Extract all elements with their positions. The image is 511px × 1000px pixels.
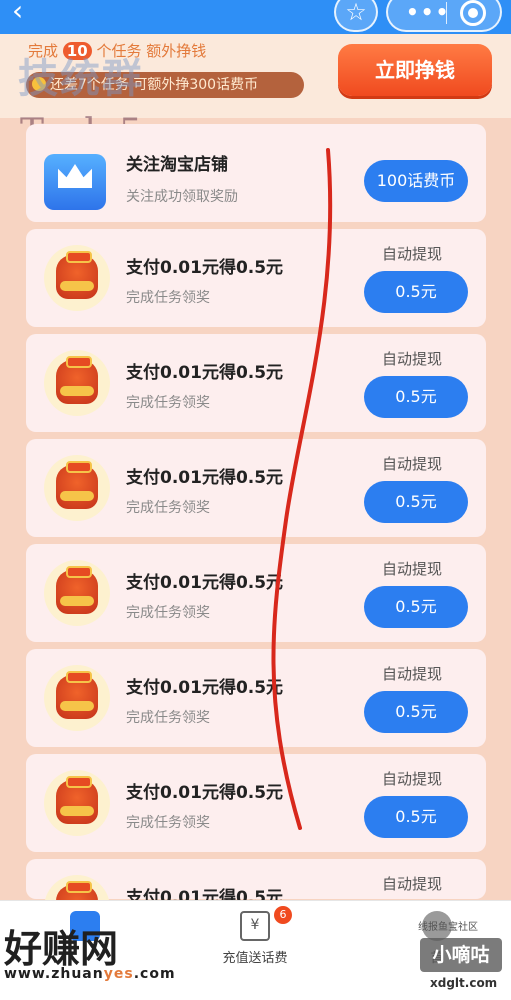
task-title: 支付0.01元得0.5元	[126, 468, 284, 488]
list-item: 支付0.01元得0.5元 完成任务领奖 自动提现 0.5元	[26, 544, 486, 642]
task-title: 支付0.01元得0.5元	[126, 678, 284, 698]
red-packet-icon	[44, 665, 110, 731]
task-subtitle: 完成任务领奖	[126, 605, 210, 621]
watermark-right-top: 线报鱼宝社区	[418, 922, 478, 933]
list-item: 支付0.01元得0.5元 自动提现	[26, 859, 486, 941]
task-reward-button[interactable]: 0.5元	[364, 481, 468, 523]
top-nav-bar: ‹ ☆ •••	[0, 0, 511, 34]
red-packet-icon	[44, 455, 110, 521]
auto-withdraw-label: 自动提现	[382, 875, 443, 893]
phone-yuan-icon	[240, 911, 270, 941]
auto-withdraw-label: 自动提现	[382, 770, 443, 788]
task-subtitle: 完成任务领奖	[126, 815, 210, 831]
task-reward-button[interactable]: 0.5元	[364, 586, 468, 628]
task-reward-button[interactable]: 0.5元	[364, 796, 468, 838]
task-subtitle: 关注成功领取奖励	[126, 189, 238, 205]
task-reward-button[interactable]: 0.5元	[364, 376, 468, 418]
earn-now-button[interactable]: 立即挣钱	[338, 44, 492, 96]
task-title: 支付0.01元得0.5元	[126, 573, 284, 593]
task-subtitle: 完成任务领奖	[126, 290, 210, 306]
task-subtitle: 完成任务领奖	[126, 395, 210, 411]
list-item: 支付0.01元得0.5元 完成任务领奖 自动提现 0.5元	[26, 439, 486, 537]
list-item: 支付0.01元得0.5元 完成任务领奖 自动提现 0.5元	[26, 649, 486, 747]
watermark-right-name: 小嘀咕	[420, 938, 502, 972]
capsule-menu: •••	[386, 0, 502, 32]
more-dots-icon[interactable]: •••	[406, 2, 450, 22]
auto-withdraw-label: 自动提现	[382, 245, 443, 263]
list-item: 关注淘宝店铺 关注成功领取奖励 100话费币	[26, 124, 486, 222]
recharge-badge: 6	[274, 906, 292, 924]
list-item: 支付0.01元得0.5元 完成任务领奖 自动提现 0.5元	[26, 334, 486, 432]
chevron-left-icon[interactable]: ‹	[12, 0, 38, 26]
watermark-brand-url: www.zhuanyes.com	[4, 966, 176, 982]
task-reward-button[interactable]: 100话费币	[364, 160, 468, 202]
task-title: 支付0.01元得0.5元	[126, 363, 284, 383]
task-title: 支付0.01元得0.5元	[126, 783, 284, 803]
auto-withdraw-label: 自动提现	[382, 455, 443, 473]
star-icon[interactable]: ☆	[334, 0, 378, 32]
watermark-brand: 好赚网	[4, 927, 119, 971]
red-packet-icon	[44, 560, 110, 626]
red-packet-icon	[44, 350, 110, 416]
task-subtitle: 完成任务领奖	[126, 710, 210, 726]
list-item: 支付0.01元得0.5元 完成任务领奖 自动提现 0.5元	[26, 754, 486, 852]
task-title: 关注淘宝店铺	[126, 155, 228, 175]
capsule-divider	[446, 2, 447, 24]
watermark-top-cn: 技统群	[18, 56, 144, 102]
auto-withdraw-label: 自动提现	[382, 350, 443, 368]
task-reward-button[interactable]: 0.5元	[364, 691, 468, 733]
watermark-right-url: xdglt.com	[430, 976, 498, 990]
target-icon[interactable]	[460, 0, 486, 26]
task-reward-button[interactable]: 0.5元	[364, 271, 468, 313]
auto-withdraw-label: 自动提现	[382, 665, 443, 683]
task-title: 支付0.01元得0.5元	[126, 258, 284, 278]
task-list: 关注淘宝店铺 关注成功领取奖励 100话费币 支付0.01元得0.5元 完成任务…	[26, 124, 486, 941]
list-item: 支付0.01元得0.5元 完成任务领奖 自动提现 0.5元	[26, 229, 486, 327]
tab-label: 充值送话费	[222, 951, 288, 966]
red-packet-icon	[44, 770, 110, 836]
crown-icon	[44, 154, 106, 210]
auto-withdraw-label: 自动提现	[382, 560, 443, 578]
red-packet-icon	[44, 245, 110, 311]
task-subtitle: 完成任务领奖	[126, 500, 210, 516]
